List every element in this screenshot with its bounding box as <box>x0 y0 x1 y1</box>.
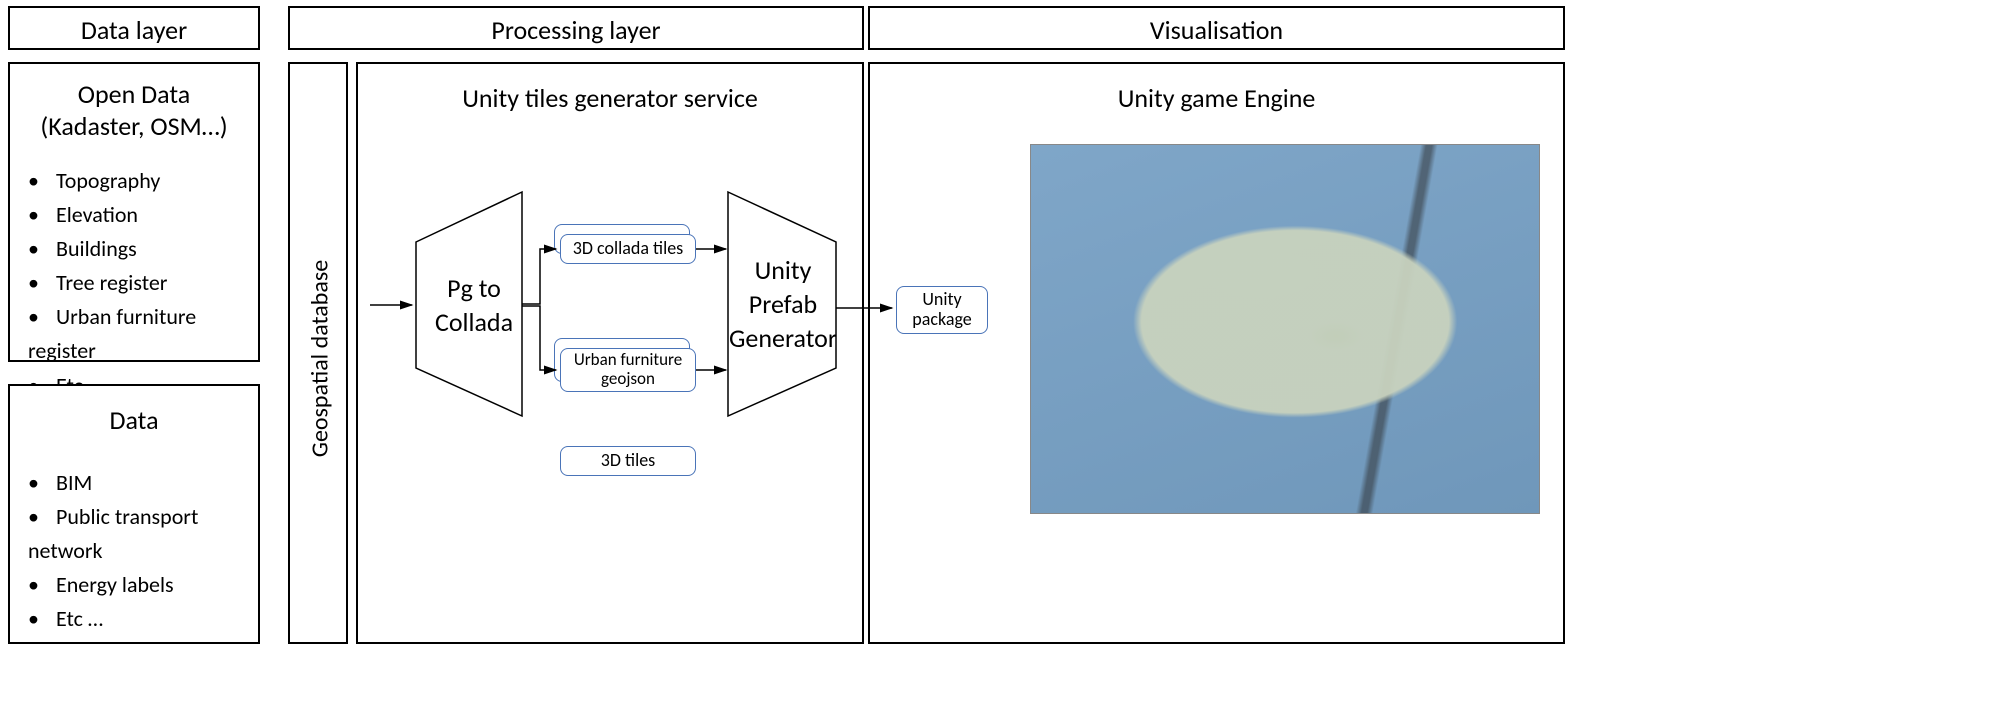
diagram-root: Data layer Processing layer Visualisatio… <box>0 0 2000 718</box>
data-item: Etc … <box>28 602 258 636</box>
open-data-item: Urban furniture register <box>28 300 258 368</box>
open-data-box: Open Data (Kadaster, OSM…) Topography El… <box>8 62 260 362</box>
open-data-item: Buildings <box>28 232 258 266</box>
open-data-item: Topography <box>28 164 258 198</box>
data-item: Public transport network <box>28 500 258 568</box>
unity-package-label: Unity package <box>912 290 971 330</box>
header-processing-layer-label: Processing layer <box>290 8 862 46</box>
data-item: Energy labels <box>28 568 258 602</box>
header-data-layer-label: Data layer <box>10 8 258 46</box>
open-data-title-2: (Kadaster, OSM…) <box>10 110 258 142</box>
collada-tiles-label: 3D collada tiles <box>573 239 683 259</box>
unity-prefab-label: Unity Prefab Generator <box>728 254 838 355</box>
header-processing-layer: Processing layer <box>288 6 864 50</box>
collada-tiles-pill: 3D collada tiles <box>560 234 696 264</box>
data-item: BIM <box>28 466 258 500</box>
open-data-item: Tree register <box>28 266 258 300</box>
geospatial-db-box: Geospatial database <box>288 62 348 644</box>
urban-furniture-label: Urban furniture geojson <box>574 351 682 388</box>
data-box: Data BIM Public transport network Energy… <box>8 384 260 644</box>
unity-tiles-service-title: Unity tiles generator service <box>358 82 862 114</box>
open-data-title-1: Open Data <box>10 78 258 110</box>
data-list: BIM Public transport network Energy labe… <box>10 466 258 636</box>
urban-furniture-pill: Urban furniture geojson <box>560 348 696 392</box>
visualisation-box: Unity game Engine <box>868 62 1565 644</box>
map-render-image <box>1030 144 1540 514</box>
header-data-layer: Data layer <box>8 6 260 50</box>
header-visualisation: Visualisation <box>868 6 1565 50</box>
data-box-title: Data <box>10 404 258 436</box>
open-data-item: Elevation <box>28 198 258 232</box>
open-data-list: Topography Elevation Buildings Tree regi… <box>10 164 258 403</box>
header-visualisation-label: Visualisation <box>870 8 1563 46</box>
geospatial-db-label: Geospatial database <box>306 254 335 464</box>
unity-engine-title: Unity game Engine <box>870 82 1563 114</box>
tiles-3d-label: 3D tiles <box>601 451 655 471</box>
unity-package-pill: Unity package <box>896 286 988 334</box>
pg-to-collada-label: Pg to Collada <box>430 272 518 340</box>
tiles-3d-pill: 3D tiles <box>560 446 696 476</box>
